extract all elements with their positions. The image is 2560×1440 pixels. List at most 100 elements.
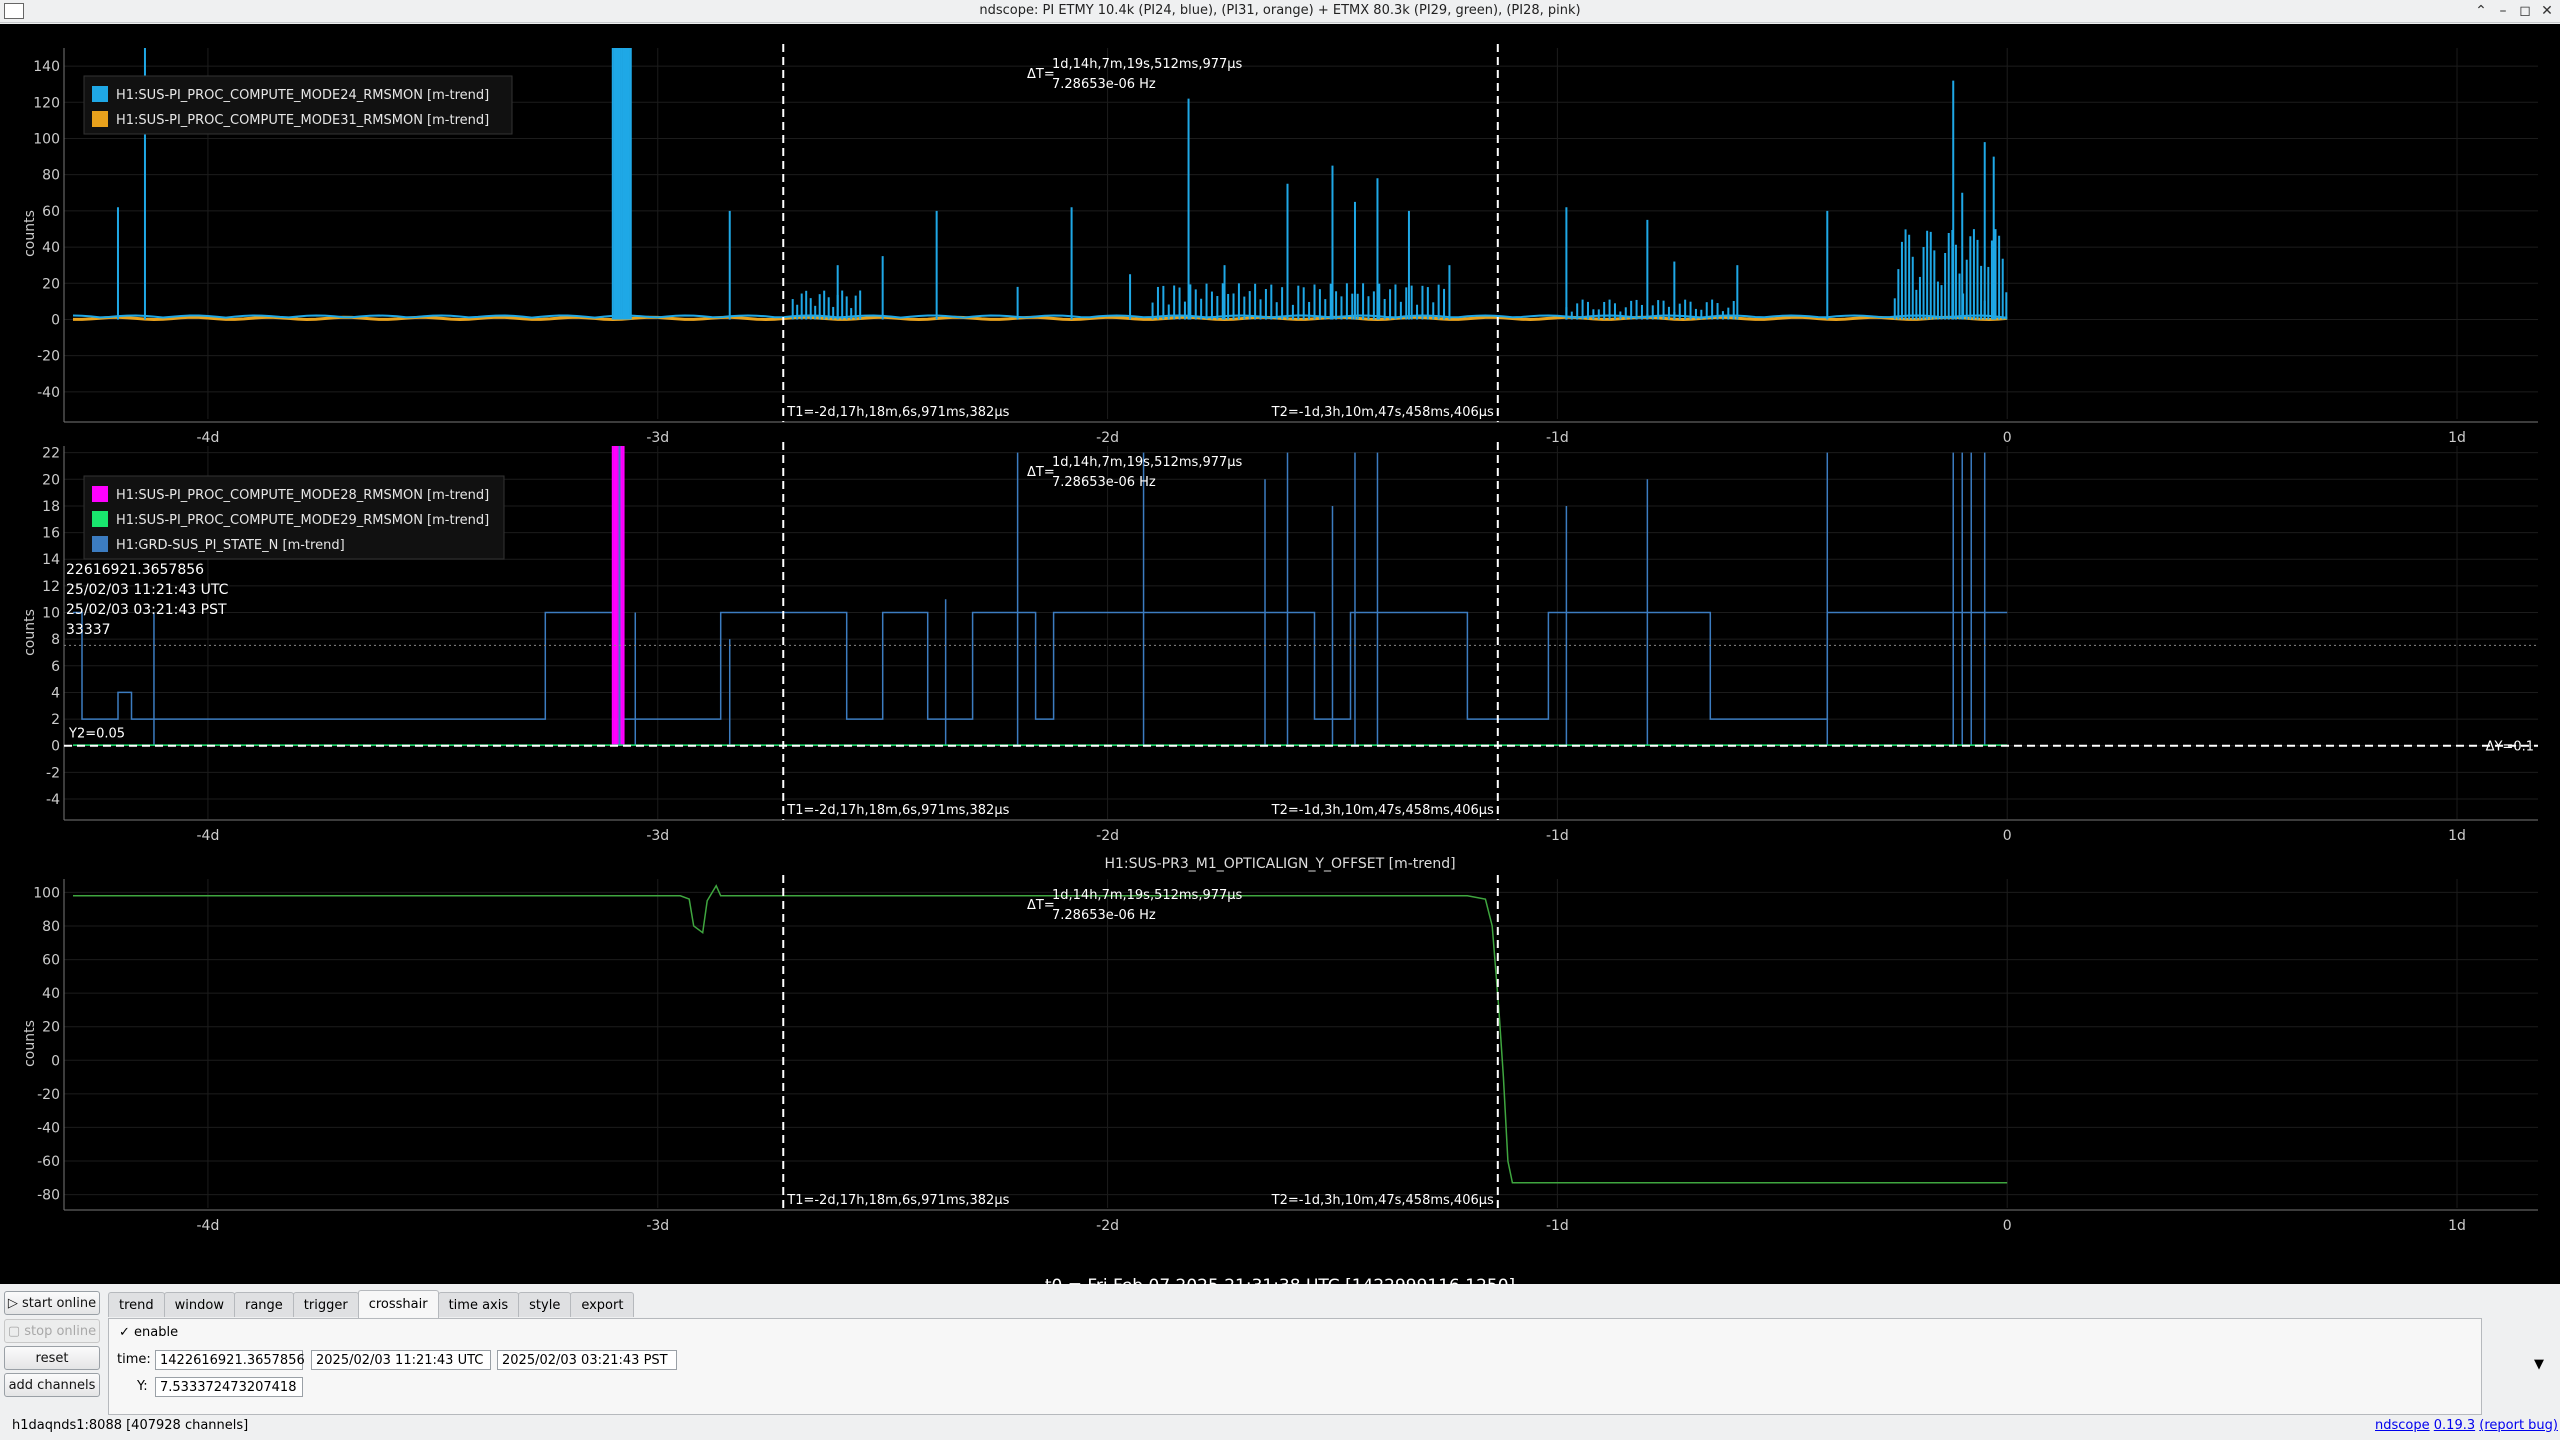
delta-t-frequency: 7.28653e-06 Hz — [1052, 475, 1156, 490]
delta-t-label: ΔT= — [1027, 898, 1055, 913]
y2-cursor-label: Y2=0.05 — [68, 727, 125, 742]
enable-label: enable — [134, 1325, 179, 1340]
x-tick-label: -3d — [646, 828, 669, 844]
y-tick-label: 16 — [42, 526, 60, 542]
y-tick-label: 14 — [42, 552, 60, 568]
t2-cursor-label: T2=-1d,3h,10m,47s,458ms,406μs — [1271, 803, 1494, 818]
tab-time-axis[interactable]: time axis — [437, 1292, 520, 1317]
y-tick-label: 20 — [42, 472, 60, 488]
maximize-up-icon[interactable]: ⌃ — [2472, 2, 2490, 20]
y-tick-label: 6 — [51, 659, 60, 675]
x-tick-label: 1d — [2448, 430, 2466, 446]
t1-cursor-label: T1=-2d,17h,18m,6s,971ms,382μs — [786, 803, 1009, 818]
series-pr3-offset-line — [73, 884, 2008, 1184]
crosshair-panel: ✓ enable time: 1422616921.3657856 2025/0… — [108, 1318, 2482, 1415]
y-tick-label: 60 — [42, 204, 60, 220]
x-tick-label: 1d — [2448, 1218, 2466, 1234]
delta-t-label: ΔT= — [1027, 67, 1055, 82]
version-link[interactable]: ndscope 0.19.3 (report bug) — [2375, 1418, 2558, 1433]
version-number-link[interactable]: 0.19.3 — [2434, 1418, 2475, 1433]
tab-window[interactable]: window — [163, 1292, 235, 1317]
tab-range[interactable]: range — [233, 1292, 294, 1317]
y-tick-label: -2 — [46, 765, 60, 781]
y-tick-label: -40 — [37, 385, 60, 401]
tab-export[interactable]: export — [570, 1292, 635, 1317]
legend-label: H1:SUS-PI_PROC_COMPUTE_MODE28_RMSMON [m-… — [116, 488, 489, 503]
y-tick-label: 120 — [33, 95, 60, 111]
start-online-button[interactable]: ▷ start online — [4, 1291, 100, 1315]
legend-label: H1:SUS-PI_PROC_COMPUTE_MODE31_RMSMON [m-… — [116, 113, 489, 128]
enable-checkbox[interactable]: ✓ enable — [119, 1325, 178, 1340]
report-bug-link[interactable]: (report bug) — [2479, 1418, 2558, 1433]
y-tick-label: 100 — [33, 131, 60, 147]
y-label: Y: — [137, 1379, 148, 1394]
y-tick-label: -4 — [46, 792, 60, 808]
y-tick-label: -20 — [37, 1087, 60, 1103]
y-tick-label: 80 — [42, 168, 60, 184]
legend-label: H1:SUS-PI_PROC_COMPUTE_MODE24_RMSMON [m-… — [116, 88, 489, 103]
legend-label: H1:GRD-SUS_PI_STATE_N [m-trend] — [116, 538, 345, 553]
legend-swatch — [92, 486, 108, 502]
y-tick-label: 0 — [51, 739, 60, 755]
x-tick-label: -3d — [646, 1218, 669, 1234]
y-tick-label: 18 — [42, 499, 60, 515]
delta-t-frequency: 7.28653e-06 Hz — [1052, 77, 1156, 92]
x-tick-label: 0 — [2003, 828, 2012, 844]
settings-tabs: trend window range trigger crosshair tim… — [108, 1290, 635, 1318]
crosshair-readout-line: 25/02/03 11:21:43 UTC — [66, 582, 229, 598]
start-online-label: start online — [22, 1295, 97, 1311]
stop-online-button[interactable]: ▢ stop online — [4, 1319, 100, 1343]
minimize-icon[interactable]: – — [2494, 2, 2512, 20]
plots-canvas[interactable]: 140120100806040200-20-40-4d -3d -2d -1d 0 1dc… — [0, 24, 2560, 1274]
x-tick-label: -1d — [1546, 430, 1569, 446]
y-tick-label: -40 — [37, 1120, 60, 1136]
close-icon[interactable]: ✕ — [2538, 2, 2556, 20]
y-tick-label: 12 — [42, 579, 60, 595]
delta-t-frequency: 7.28653e-06 Hz — [1052, 908, 1156, 923]
y-value-field[interactable]: 7.533372473207418 — [155, 1377, 303, 1397]
time-local-field[interactable]: 2025/02/03 03:21:43 PST — [497, 1350, 677, 1370]
tab-style[interactable]: style — [518, 1292, 572, 1317]
time-gps-field[interactable]: 1422616921.3657856 — [155, 1350, 305, 1370]
restore-icon[interactable]: ◻ — [2516, 2, 2534, 20]
ndscope-link[interactable]: ndscope — [2375, 1418, 2430, 1433]
delta-t-label: ΔT= — [1027, 465, 1055, 480]
x-tick-label: -4d — [197, 1218, 220, 1234]
t1-cursor-label: T1=-2d,17h,18m,6s,971ms,382μs — [786, 405, 1009, 420]
y-tick-label: 0 — [51, 1053, 60, 1069]
tab-trigger[interactable]: trigger — [292, 1292, 359, 1317]
y-tick-label: 100 — [33, 885, 60, 901]
legend-label: H1:SUS-PI_PROC_COMPUTE_MODE29_RMSMON [m-… — [116, 513, 489, 528]
x-tick-label: -3d — [646, 430, 669, 446]
control-panel: ▷ start online ▢ stop online reset add c… — [0, 1285, 2560, 1440]
y-tick-label: 80 — [42, 919, 60, 935]
y-tick-label: 4 — [51, 685, 60, 701]
crosshair-readout-line: 33337 — [66, 622, 111, 638]
legend-swatch — [92, 86, 108, 102]
crosshair-readout-line: 22616921.3657856 — [66, 562, 204, 578]
tab-trend[interactable]: trend — [108, 1292, 165, 1317]
delta-t-value: 1d,14h,7m,19s,512ms,977μs — [1052, 57, 1243, 72]
legend-swatch — [92, 511, 108, 527]
y-tick-label: 2 — [51, 712, 60, 728]
add-channels-button[interactable]: add channels — [4, 1373, 100, 1397]
delta-t-value: 1d,14h,7m,19s,512ms,977μs — [1052, 888, 1243, 903]
y-tick-label: 10 — [42, 606, 60, 622]
x-tick-label: -2d — [1096, 430, 1119, 446]
delta-y-label: ΔY=0.1 — [2486, 740, 2534, 755]
y-axis-label: counts — [22, 1020, 38, 1067]
y-tick-label: 20 — [42, 276, 60, 292]
plot-area[interactable]: 140 120 100 80 60 40 20 0 -20 -40 -4d -3d -2d -1d 0 1d c… — [0, 24, 2560, 1296]
y-tick-label: 0 — [51, 312, 60, 328]
legend-swatch — [92, 111, 108, 127]
x-tick-label: 0 — [2003, 1218, 2012, 1234]
tab-crosshair[interactable]: crosshair — [357, 1290, 439, 1318]
y-axis-label: counts — [22, 609, 38, 656]
x-tick-label: -2d — [1096, 1218, 1119, 1234]
expand-arrow-icon[interactable]: ▼ — [2534, 1357, 2544, 1372]
reset-button[interactable]: reset — [4, 1346, 100, 1370]
time-utc-field[interactable]: 2025/02/03 11:21:43 UTC — [311, 1350, 491, 1370]
t2-cursor-label: T2=-1d,3h,10m,47s,458ms,406μs — [1271, 1193, 1494, 1208]
y-axis-label: counts — [22, 210, 38, 257]
window-title: ndscope: PI ETMY 10.4k (PI24, blue), (PI… — [979, 3, 1581, 18]
